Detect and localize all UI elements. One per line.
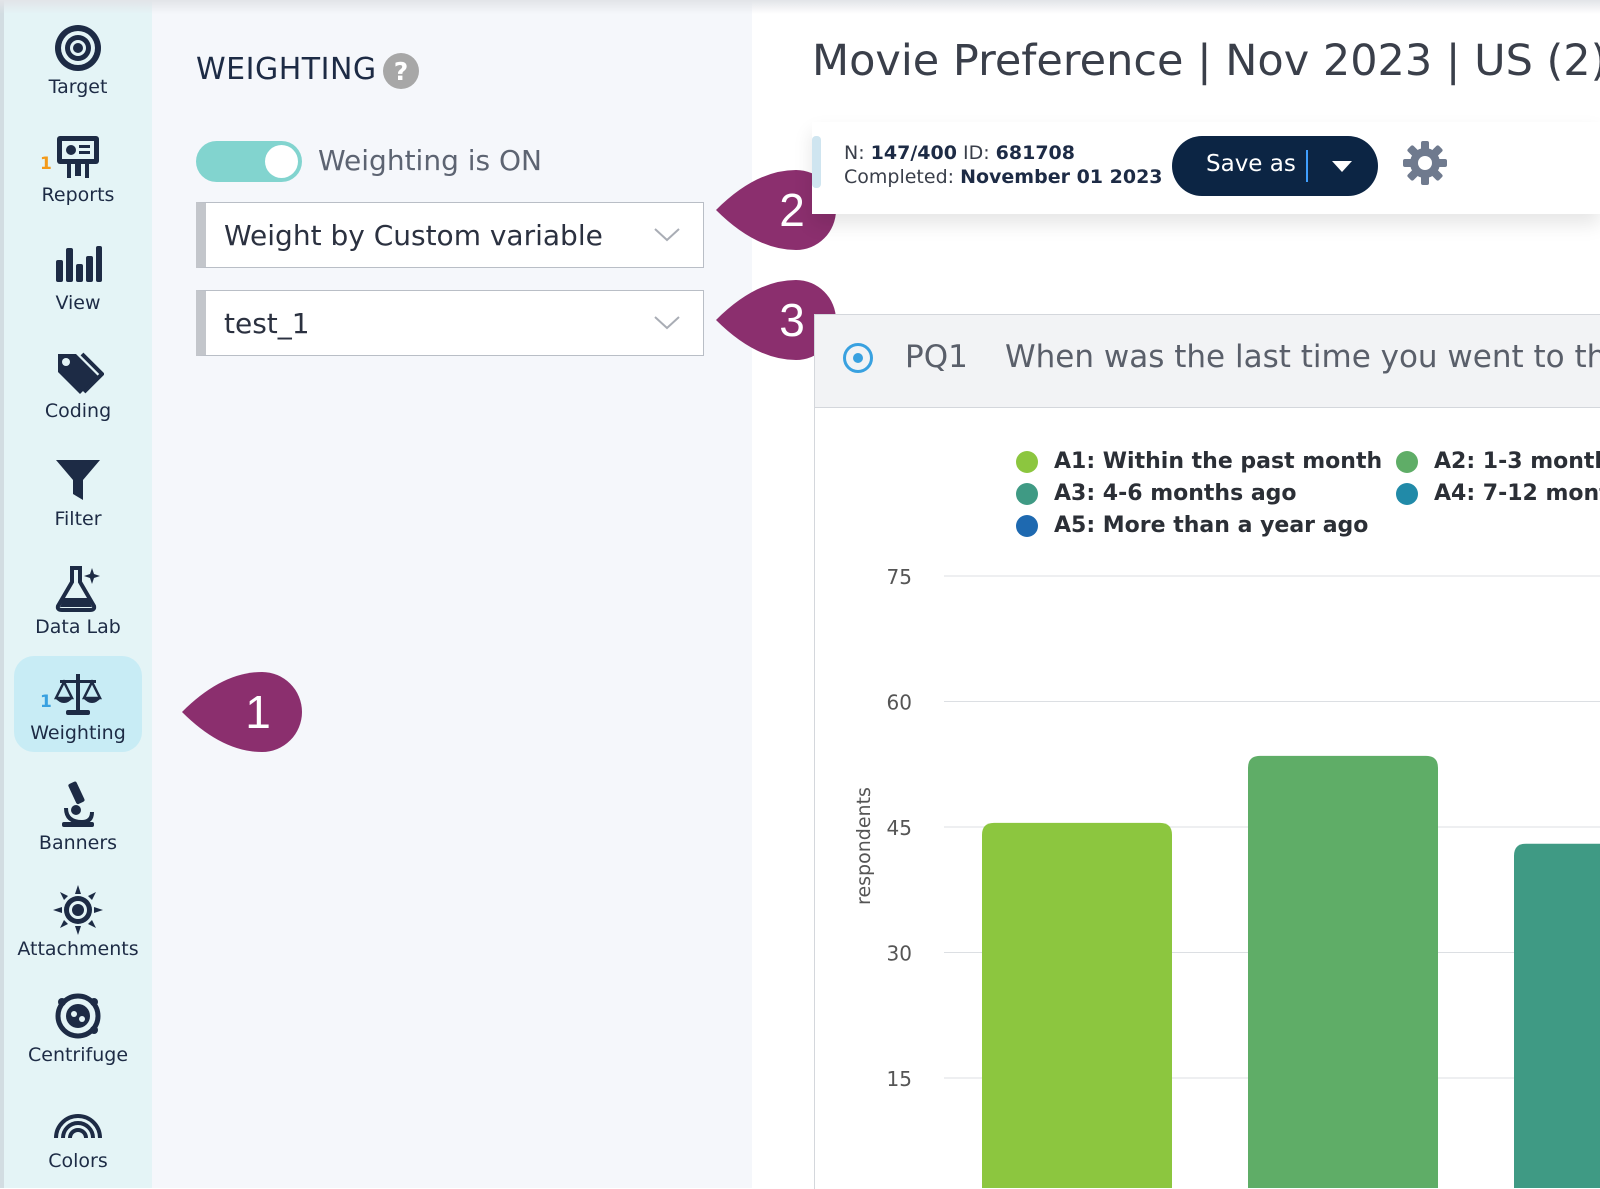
y-tick-label: 60 — [887, 691, 912, 715]
sidebar-item-label: Coding — [44, 400, 112, 422]
sidebar-item-label: Colors — [48, 1150, 108, 1172]
y-tick-label: 30 — [887, 942, 912, 966]
sidebar-item-label: Weighting — [30, 722, 126, 744]
y-tick-label: 45 — [887, 816, 912, 840]
sidebar-item-label: Attachments — [17, 938, 139, 960]
y-axis-label: respondents — [853, 787, 875, 905]
y-tick-label: 15 — [887, 1067, 912, 1091]
bar — [982, 822, 1172, 1188]
bar — [1248, 755, 1438, 1188]
y-tick-label: 75 — [887, 565, 912, 589]
bar-chart: 15 30 45 60 75 respondents — [853, 565, 1600, 1188]
sidebar-item-label: Banners — [38, 832, 118, 854]
sidebar-item-label: Filter — [54, 508, 102, 530]
sidebar-item-label: Reports — [41, 184, 115, 206]
sidebar-item-label: Centrifuge — [27, 1044, 129, 1066]
bar — [1514, 843, 1600, 1188]
sidebar-item-label: Target — [48, 76, 108, 98]
sidebar-item-label: Data Lab — [35, 616, 121, 638]
sidebar-item-label: View — [55, 292, 101, 314]
